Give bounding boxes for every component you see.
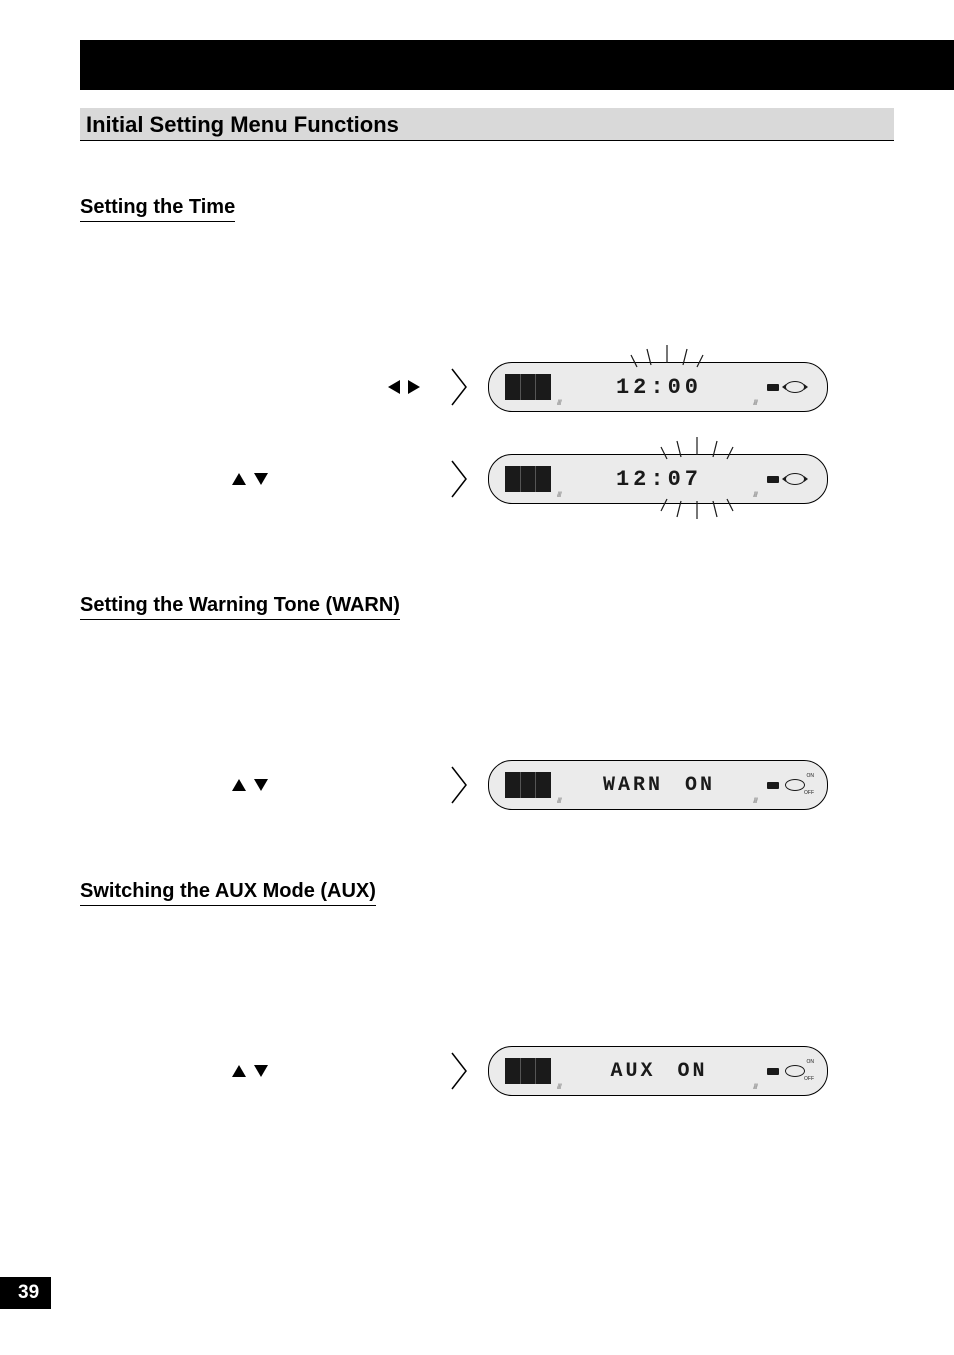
lcd-display-panel: //// AUX ON //// ONOFF <box>488 1046 828 1096</box>
arrow-indicator-ud <box>80 1065 430 1077</box>
sub-heading-aux: Switching the AUX Mode (AUX) <box>80 880 376 902</box>
pill-icon <box>767 782 779 789</box>
display-status-icon <box>505 374 551 400</box>
lcd-display-panel: //// WARN ON //// ONOFF <box>488 760 828 810</box>
display-right-icons <box>767 473 805 485</box>
section-heading: Initial Setting Menu Functions <box>86 112 888 138</box>
display-value: ON <box>685 774 715 797</box>
arrow-indicator-lr <box>80 380 430 394</box>
tick-marks-icon: //// <box>753 1084 757 1091</box>
display-status-icon <box>505 1058 551 1084</box>
arrow-up-icon <box>232 779 246 791</box>
time-step-row-1: //// 12:00 //// <box>80 362 894 412</box>
display-content: WARN ON <box>551 774 767 797</box>
display-time-value: 12:00 <box>616 375 702 400</box>
time-step-row-2: //// 12:07 //// <box>80 454 894 504</box>
arrow-down-icon <box>254 473 268 485</box>
tick-marks-icon: //// <box>557 400 561 407</box>
display-right-icons <box>767 381 805 393</box>
arrow-right-icon <box>408 380 420 394</box>
result-caret-icon <box>448 763 470 807</box>
pill-icon <box>767 384 779 391</box>
tick-marks-icon: //// <box>753 492 757 499</box>
tick-marks-icon: //// <box>753 798 757 805</box>
time-steps-block: //// 12:00 //// <box>80 362 894 504</box>
display-status-icon <box>505 772 551 798</box>
aux-step-row: //// AUX ON //// ONOFF <box>80 1046 894 1096</box>
warn-step-row: //// WARN ON //// ONOFF <box>80 760 894 810</box>
arrow-up-icon <box>232 1065 246 1077</box>
sub-heading-wrap: Setting the Time <box>80 196 235 222</box>
display-value: ON <box>678 1060 708 1083</box>
lcd-display-panel: //// 12:07 //// <box>488 454 828 504</box>
ring-indicator-icon <box>785 381 805 393</box>
result-caret-icon <box>448 457 470 501</box>
tick-marks-icon: //// <box>557 1084 561 1091</box>
arrow-down-icon <box>254 779 268 791</box>
display-label: WARN <box>603 774 663 797</box>
tick-marks-icon: //// <box>557 492 561 499</box>
sub-heading-warn: Setting the Warning Tone (WARN) <box>80 594 400 616</box>
result-caret-icon <box>448 1049 470 1093</box>
display-content: 12:07 <box>551 467 767 492</box>
display-time-value: 12:07 <box>616 467 702 492</box>
display-right-icons: ONOFF <box>767 1065 805 1077</box>
page: Initial Setting Menu Functions Setting t… <box>0 0 954 1355</box>
sub-heading-wrap: Switching the AUX Mode (AUX) <box>80 880 376 906</box>
ring-indicator-icon <box>785 473 805 485</box>
warn-step-block: //// WARN ON //// ONOFF <box>80 760 894 810</box>
pill-icon <box>767 1068 779 1075</box>
flashing-burst-icon <box>657 433 737 463</box>
lcd-display-panel: //// 12:00 //// <box>488 362 828 412</box>
display-label: AUX <box>610 1060 655 1083</box>
display-status-icon <box>505 466 551 492</box>
header-black-bar <box>80 40 954 90</box>
result-caret-icon <box>448 365 470 409</box>
pill-icon <box>767 476 779 483</box>
section-heading-band: Initial Setting Menu Functions <box>80 108 894 141</box>
ring-indicator-icon: ONOFF <box>785 1065 805 1077</box>
tick-marks-icon: //// <box>557 798 561 805</box>
sub-heading-time: Setting the Time <box>80 196 235 218</box>
display-content: 12:00 <box>551 375 767 400</box>
display-content: AUX ON <box>551 1060 767 1083</box>
page-number: 39 <box>0 1277 51 1309</box>
flashing-burst-icon <box>657 497 737 523</box>
sub-heading-wrap: Setting the Warning Tone (WARN) <box>80 594 400 620</box>
arrow-indicator-ud <box>80 473 430 485</box>
flashing-burst-icon <box>627 341 707 371</box>
aux-step-block: //// AUX ON //// ONOFF <box>80 1046 894 1096</box>
arrow-left-icon <box>388 380 400 394</box>
tick-marks-icon: //// <box>753 400 757 407</box>
display-right-icons: ONOFF <box>767 779 805 791</box>
arrow-down-icon <box>254 1065 268 1077</box>
arrow-indicator-ud <box>80 779 430 791</box>
ring-indicator-icon: ONOFF <box>785 779 805 791</box>
arrow-up-icon <box>232 473 246 485</box>
